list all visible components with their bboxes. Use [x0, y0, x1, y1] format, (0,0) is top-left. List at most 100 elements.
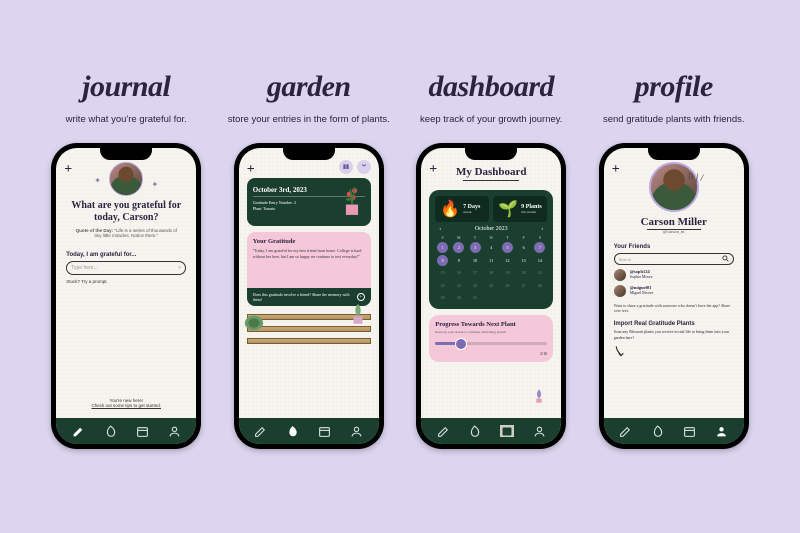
submit-icon[interactable]: + [178, 265, 181, 271]
chevron-left-icon[interactable]: ‹ [439, 226, 441, 232]
nav-person-icon[interactable] [533, 425, 546, 438]
calendar-day[interactable] [502, 292, 513, 303]
calendar-day[interactable]: 19 [502, 267, 513, 278]
nav-person-icon[interactable] [350, 425, 363, 438]
calendar-day[interactable]: 5 [502, 242, 513, 253]
calendar-dayheader: F [516, 235, 531, 240]
phone-journal: + ✦ ✦ What are you grateful for today, C… [51, 143, 201, 449]
calendar-dayheader: S [533, 235, 548, 240]
calendar-day[interactable] [518, 292, 529, 303]
calendar-dayheader: S [435, 235, 450, 240]
bottom-nav [56, 418, 196, 444]
calendar-day[interactable]: 29 [437, 292, 448, 303]
nav-leaf-icon[interactable] [104, 425, 117, 438]
friends-heading: Your Friends [614, 244, 734, 250]
calendar-day[interactable]: 17 [470, 267, 481, 278]
nav-leaf-icon[interactable] [286, 425, 299, 438]
calendar-day[interactable]: 22 [437, 280, 448, 291]
calendar-day[interactable]: 8 [437, 255, 448, 266]
calendar-day[interactable]: 6 [518, 242, 529, 253]
nav-pencil-icon[interactable] [619, 425, 632, 438]
calendar-day[interactable]: 13 [518, 255, 529, 266]
friend-search-input[interactable]: Search [614, 253, 734, 265]
calendar-day[interactable]: 12 [502, 255, 513, 266]
section-title-profile: profile [635, 70, 713, 104]
calendar-dayheader: M [451, 235, 466, 240]
chevron-right-icon[interactable]: › [541, 226, 543, 232]
plant-stat-icon: 🌱 [498, 199, 518, 219]
nav-calendar-icon[interactable] [683, 425, 696, 438]
profile-name: Carson Miller [604, 216, 744, 228]
calendar-day[interactable]: 18 [486, 267, 497, 278]
garden-entry-card[interactable]: October 3rd, 2023 Gratitude Entry Number… [247, 178, 371, 226]
calendar-month: ‹ October 2023 › [435, 226, 547, 232]
calendar-day[interactable] [486, 292, 497, 303]
dashboard-panel: 🔥 7 Daysstreak 🌱 9 Plantsthis month ‹ [429, 190, 553, 309]
calendar-day[interactable]: 7 [534, 242, 545, 253]
nav-person-icon[interactable] [168, 425, 181, 438]
nav-pencil-icon[interactable] [254, 425, 267, 438]
phone-profile: + \\ | / Carson Miller @carson_m Your Fr… [599, 143, 749, 449]
book-icon[interactable] [339, 160, 353, 174]
nav-person-icon[interactable] [715, 425, 728, 438]
calendar-day[interactable]: 25 [486, 280, 497, 291]
calendar-day[interactable]: 14 [534, 255, 545, 266]
nav-leaf-icon[interactable] [651, 425, 664, 438]
progress-bar [435, 342, 547, 345]
calendar-header: SMTWTFS [435, 235, 547, 240]
calendar-day[interactable]: 27 [518, 280, 529, 291]
bottom-nav [604, 418, 744, 444]
calendar-day[interactable]: 23 [453, 280, 464, 291]
calendar-day[interactable]: 21 [534, 267, 545, 278]
calendar-day[interactable]: 24 [470, 280, 481, 291]
calendar-day[interactable]: 1 [437, 242, 448, 253]
import-heading: Import Real Gratitude Plants [614, 321, 734, 327]
section-title-garden: garden [267, 70, 351, 104]
calendar-day[interactable]: 11 [486, 255, 497, 266]
nav-pencil-icon[interactable] [72, 425, 85, 438]
section-sub-profile: send gratitude plants with friends. [603, 114, 745, 125]
calendar-day[interactable]: 30 [453, 292, 464, 303]
calendar-day[interactable]: 3 [470, 242, 481, 253]
calendar-day[interactable]: 9 [453, 255, 464, 266]
friend-avatar [614, 269, 626, 281]
calendar-day[interactable]: 2 [453, 242, 464, 253]
gratitude-heading: Your Gratitude [253, 238, 365, 245]
friend-row[interactable]: @soph124Sophia Moore [614, 269, 734, 281]
journal-hint[interactable]: Stuck? Try a prompt. [66, 279, 186, 284]
nav-calendar-icon[interactable] [136, 425, 149, 438]
rays-icon: \\ | / [688, 171, 705, 184]
calendar-day[interactable]: 4 [486, 242, 497, 253]
journal-input[interactable]: Type here... + [66, 261, 186, 275]
sprout-icon[interactable] [357, 160, 371, 174]
nav-calendar-icon[interactable] [318, 425, 331, 438]
calendar-day[interactable]: 20 [518, 267, 529, 278]
progress-card: Progress Towards Next Plant Keep up your… [429, 315, 553, 362]
calendar-day[interactable] [534, 292, 545, 303]
journal-footer[interactable]: You're new here! Check out some tips to … [56, 398, 196, 408]
calendar-day[interactable]: 31 [470, 292, 481, 303]
nav-pencil-icon[interactable] [437, 425, 450, 438]
phone-dashboard: + My Dashboard 🔥 7 Daysstreak 🌱 9 P [416, 143, 566, 449]
avatar[interactable] [109, 162, 143, 196]
share-note[interactable]: Want to share a gratitude with someone w… [614, 303, 734, 313]
gratitude-body: "Today, I am grateful for my best friend… [253, 248, 365, 259]
calendar-day[interactable]: 28 [534, 280, 545, 291]
calendar-day[interactable]: 10 [470, 255, 481, 266]
avatar[interactable] [649, 162, 699, 212]
calendar-day[interactable]: 26 [502, 280, 513, 291]
arrow-down-icon [614, 344, 734, 363]
nav-leaf-icon[interactable] [468, 425, 481, 438]
share-add-icon[interactable]: + [357, 293, 365, 301]
section-sub-garden: store your entries in the form of plants… [228, 114, 390, 125]
bottom-nav [421, 418, 561, 444]
progress-count: 2/10 [435, 351, 547, 356]
calendar-grid[interactable]: 1234567891011121314151617181920212223242… [435, 242, 547, 303]
nav-calendar-icon[interactable] [500, 425, 514, 437]
garden-shelf [247, 314, 371, 358]
calendar-day[interactable]: 16 [453, 267, 464, 278]
calendar-day[interactable]: 15 [437, 267, 448, 278]
add-icon[interactable]: + [247, 162, 255, 178]
section-sub-journal: write what you're grateful for. [66, 114, 187, 125]
friend-row[interactable]: @miguel01Miguel Rivera [614, 285, 734, 297]
